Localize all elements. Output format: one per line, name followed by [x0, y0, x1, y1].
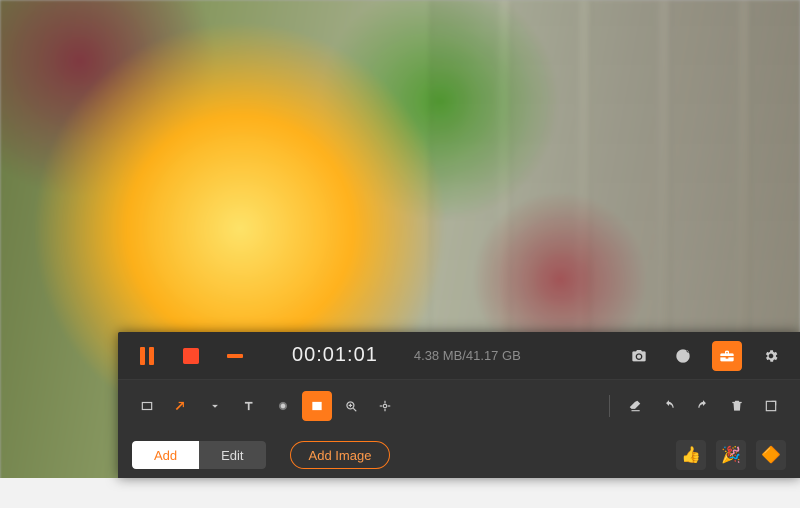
recorder-bottom-row: Add Edit Add Image 👍 🎉 🔶 — [118, 432, 800, 478]
chevron-down-icon — [208, 399, 222, 413]
image-icon — [310, 399, 324, 413]
sticker-diamond[interactable]: 🔶 — [756, 440, 786, 470]
spotlight-tool[interactable] — [370, 391, 400, 421]
arrow-icon — [174, 399, 188, 413]
gear-icon — [763, 348, 779, 364]
delete-button[interactable] — [722, 391, 752, 421]
recording-size: 4.38 MB/41.17 GB — [414, 348, 521, 363]
pause-button[interactable] — [132, 341, 162, 371]
trash-icon — [730, 399, 744, 413]
toolbox-button[interactable] — [712, 341, 742, 371]
page-footer-strip — [0, 478, 800, 508]
undo-button[interactable] — [654, 391, 684, 421]
add-image-button[interactable]: Add Image — [290, 441, 391, 469]
rectangle-tool[interactable] — [132, 391, 162, 421]
minimize-button[interactable] — [220, 341, 250, 371]
blur-icon — [276, 399, 290, 413]
toolbox-icon — [719, 348, 735, 364]
expand-icon — [764, 399, 778, 413]
clock-icon — [675, 348, 691, 364]
rectangle-icon — [140, 399, 154, 413]
redo-icon — [696, 399, 710, 413]
undo-icon — [662, 399, 676, 413]
sticker-party[interactable]: 🎉 — [716, 440, 746, 470]
text-icon — [242, 399, 256, 413]
tab-edit[interactable]: Edit — [199, 441, 265, 469]
eraser-icon — [628, 399, 642, 413]
arrow-tool[interactable] — [166, 391, 196, 421]
screenshot-button[interactable] — [624, 341, 654, 371]
eraser-button[interactable] — [620, 391, 650, 421]
blur-tool[interactable] — [268, 391, 298, 421]
text-tool[interactable] — [234, 391, 264, 421]
image-tool[interactable] — [302, 391, 332, 421]
recording-timer: 00:01:01 — [292, 344, 378, 367]
timer-button[interactable] — [668, 341, 698, 371]
settings-button[interactable] — [756, 341, 786, 371]
mode-tabs: Add Edit — [132, 441, 266, 469]
target-icon — [378, 399, 392, 413]
shape-dropdown[interactable] — [200, 391, 230, 421]
sticker-thumbs-up[interactable]: 👍 — [676, 440, 706, 470]
toolbar-divider — [609, 395, 610, 417]
tab-add[interactable]: Add — [132, 441, 199, 469]
stop-button[interactable] — [176, 341, 206, 371]
recorder-top-row: 00:01:01 4.38 MB/41.17 GB — [118, 332, 800, 380]
annotation-toolbar — [118, 380, 800, 432]
zoom-icon — [344, 399, 358, 413]
zoom-tool[interactable] — [336, 391, 366, 421]
camera-icon — [631, 348, 647, 364]
redo-button[interactable] — [688, 391, 718, 421]
recorder-panel: 00:01:01 4.38 MB/41.17 GB — [118, 332, 800, 478]
expand-button[interactable] — [756, 391, 786, 421]
